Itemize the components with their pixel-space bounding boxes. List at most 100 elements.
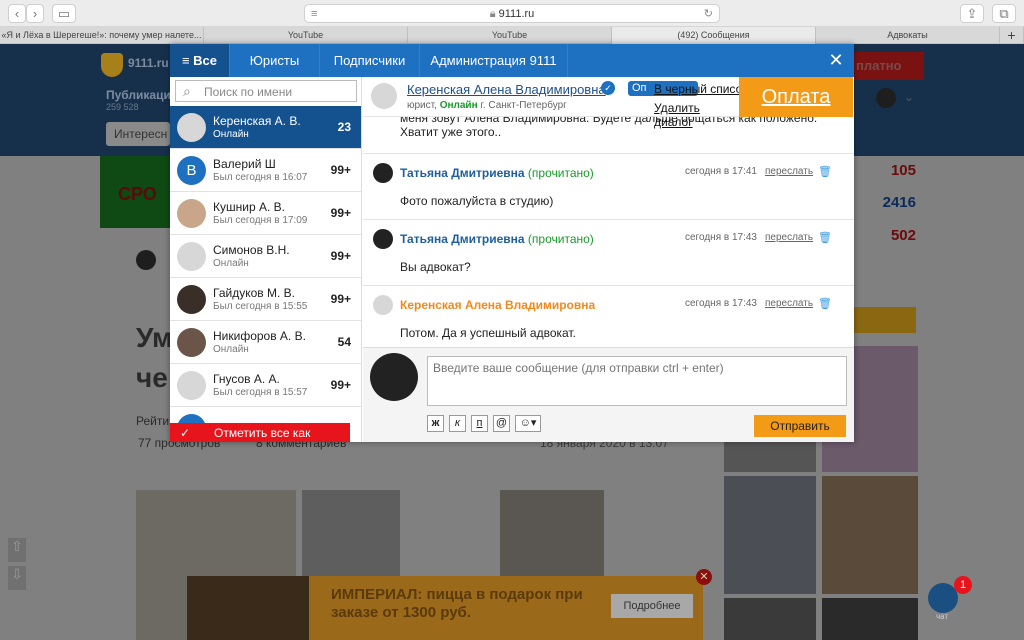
author-avatar xyxy=(136,250,156,270)
bottom-ad[interactable]: ИМПЕРИАЛ: пицца в подарок при заказе от … xyxy=(187,576,703,640)
message-author: Татьяна Дмитриевна (прочитано) xyxy=(400,166,594,180)
contact-item[interactable]: Керенская А. В. Онлайн 23 xyxy=(170,106,361,149)
emoji-icon[interactable]: ☺▾ xyxy=(515,415,541,432)
contact-status: Был сегодня в 15:55 xyxy=(213,301,308,312)
scroll-down-icon[interactable]: ⇩ xyxy=(8,566,26,590)
search-placeholder: Поиск по имени xyxy=(204,85,293,99)
reload-icon[interactable]: ↻ xyxy=(704,5,713,23)
message-body: Потом. Да я успешный адвокат. xyxy=(400,326,576,340)
avatar: В xyxy=(177,156,206,185)
tab-3[interactable]: (492) Сообщения xyxy=(612,27,816,44)
mark-all-button[interactable]: ✓ Отметить все как xyxy=(170,423,350,442)
ad-close-icon[interactable]: ✕ xyxy=(696,569,712,585)
message-time: сегодня в 17:43 xyxy=(685,232,757,243)
trash-icon[interactable]: 🗑︎ xyxy=(818,297,832,310)
count-2416[interactable]: 2416 xyxy=(852,194,916,211)
scroll-up-icon[interactable]: ⇧ xyxy=(8,538,26,562)
underline-button[interactable]: п xyxy=(471,415,488,432)
movie-poster-3[interactable] xyxy=(724,598,816,640)
menu-icon: ≡ xyxy=(311,8,318,20)
message-body-partial: меня зовут Алена Владимировна. Будете да… xyxy=(400,117,818,125)
tab-1[interactable]: YouTube xyxy=(204,27,408,44)
contact-item[interactable]: Гнусов А. А. Был сегодня в 15:57 99+ xyxy=(170,364,361,407)
message-body-partial-2: Хватит уже этого.. xyxy=(400,125,502,139)
chat-widget-label: чат xyxy=(936,612,949,621)
headline-part-2: че xyxy=(136,362,168,393)
close-icon[interactable]: ✕ xyxy=(826,50,846,70)
share-button[interactable]: ⇪ xyxy=(960,4,984,23)
attach-icon[interactable]: @ xyxy=(493,415,510,432)
contact-status: Онлайн xyxy=(213,258,249,269)
banner-text: СРО xyxy=(118,184,157,204)
movie-poster-4[interactable] xyxy=(822,598,918,640)
tab-2[interactable]: YouTube xyxy=(408,27,612,44)
user-avatar[interactable] xyxy=(876,88,896,108)
unread-count: 54 xyxy=(337,335,351,349)
modal-header: ≡ Все Юристы Подписчики Администрация 91… xyxy=(170,44,854,77)
tab-administration[interactable]: Администрация 9111 xyxy=(420,44,568,77)
hamburger-icon: ≡ xyxy=(181,53,194,68)
count-502[interactable]: 502 xyxy=(852,227,916,244)
new-tab-button[interactable]: + xyxy=(1000,27,1024,44)
movie-poster-1[interactable] xyxy=(724,476,816,594)
tab-0[interactable]: «Я и Лёха в Шерегеше!»: почему умер нале… xyxy=(0,27,204,44)
delete-dialog-link[interactable]: Удалить диалог xyxy=(654,101,714,129)
unread-count: 99+ xyxy=(330,163,351,177)
verified-icon: ✓ xyxy=(601,81,615,95)
interesting-button[interactable]: Интересн xyxy=(106,122,170,146)
forward-link[interactable]: переслать xyxy=(765,298,813,309)
ad-more-button[interactable]: Подробнее xyxy=(611,594,693,618)
chat-partner-name[interactable]: Керенская Алена Владимировна xyxy=(407,82,606,97)
rating-label: Рейти xyxy=(136,414,170,428)
tab-lawyers[interactable]: Юристы xyxy=(230,44,320,77)
send-button[interactable]: Отправить xyxy=(754,415,846,437)
contact-search[interactable]: ⌕ Поиск по имени xyxy=(175,80,357,102)
tabs-overview-button[interactable]: ⧉ xyxy=(992,4,1016,23)
tab-4[interactable]: Адвокаты xyxy=(816,27,1000,44)
blacklist-link[interactable]: В черный список xyxy=(654,82,748,96)
forward-link[interactable]: переслать xyxy=(765,166,813,177)
avatar xyxy=(177,328,206,357)
url-text: 9111.ru xyxy=(498,8,535,20)
movie-poster-2[interactable] xyxy=(822,476,918,594)
address-bar[interactable]: ≡ 🔒︎ 9111.ru ↻ xyxy=(304,4,720,23)
avatar xyxy=(177,285,206,314)
forward-button[interactable]: › xyxy=(26,4,44,23)
bold-button[interactable]: ж xyxy=(427,415,444,432)
avatar-placeholder-icon xyxy=(373,295,393,315)
back-button[interactable]: ‹ xyxy=(8,4,26,23)
message-author: Татьяна Дмитриевна (прочитано) xyxy=(400,232,594,246)
author-avatar xyxy=(373,163,393,183)
avatar-placeholder-icon xyxy=(177,371,206,400)
forward-link[interactable]: переслать xyxy=(765,232,813,243)
author-avatar xyxy=(373,229,393,249)
contact-status: Был сегодня в 17:09 xyxy=(213,215,308,226)
pizza-image xyxy=(187,576,309,640)
contact-item[interactable]: Никифоров А. В. Онлайн 54 xyxy=(170,321,361,364)
contact-item[interactable]: Гайдуков М. В. Был сегодня в 15:55 99+ xyxy=(170,278,361,321)
my-avatar xyxy=(370,353,418,401)
contact-status: Был сегодня в 16:07 xyxy=(213,172,308,183)
side-button[interactable] xyxy=(852,307,916,333)
message: Татьяна Дмитриевна (прочитано) сегодня в… xyxy=(363,153,854,219)
lock-icon: 🔒︎ xyxy=(489,8,496,20)
trash-icon[interactable]: 🗑︎ xyxy=(818,165,832,178)
contact-item[interactable]: Кушнир А. В. Был сегодня в 17:09 99+ xyxy=(170,192,361,235)
tab-all[interactable]: ≡ Все xyxy=(170,44,230,77)
count-105[interactable]: 105 xyxy=(852,162,916,179)
tab-subscribers[interactable]: Подписчики xyxy=(320,44,420,77)
italic-button[interactable]: к xyxy=(449,415,466,432)
message-author: Керенская Алена Владимировна xyxy=(400,298,596,312)
chevron-down-icon[interactable]: ⌄ xyxy=(904,90,914,104)
sidebar-toggle-button[interactable]: ▭ xyxy=(52,4,76,23)
pay-button[interactable]: Оплата xyxy=(739,77,853,117)
contact-item[interactable]: В Валерий Ш Был сегодня в 16:07 99+ xyxy=(170,149,361,192)
trash-icon[interactable]: 🗑︎ xyxy=(818,231,832,244)
compose-area: ж к п @ ☺▾ Отправить xyxy=(363,347,854,442)
site-name: 9111.ru xyxy=(128,56,169,70)
message-time: сегодня в 17:41 xyxy=(685,166,757,177)
contact-item[interactable]: Симонов В.Н. Онлайн 99+ xyxy=(170,235,361,278)
message-input[interactable] xyxy=(427,356,847,406)
promo-button[interactable]: платно xyxy=(852,52,924,80)
unread-count: 99+ xyxy=(330,292,351,306)
